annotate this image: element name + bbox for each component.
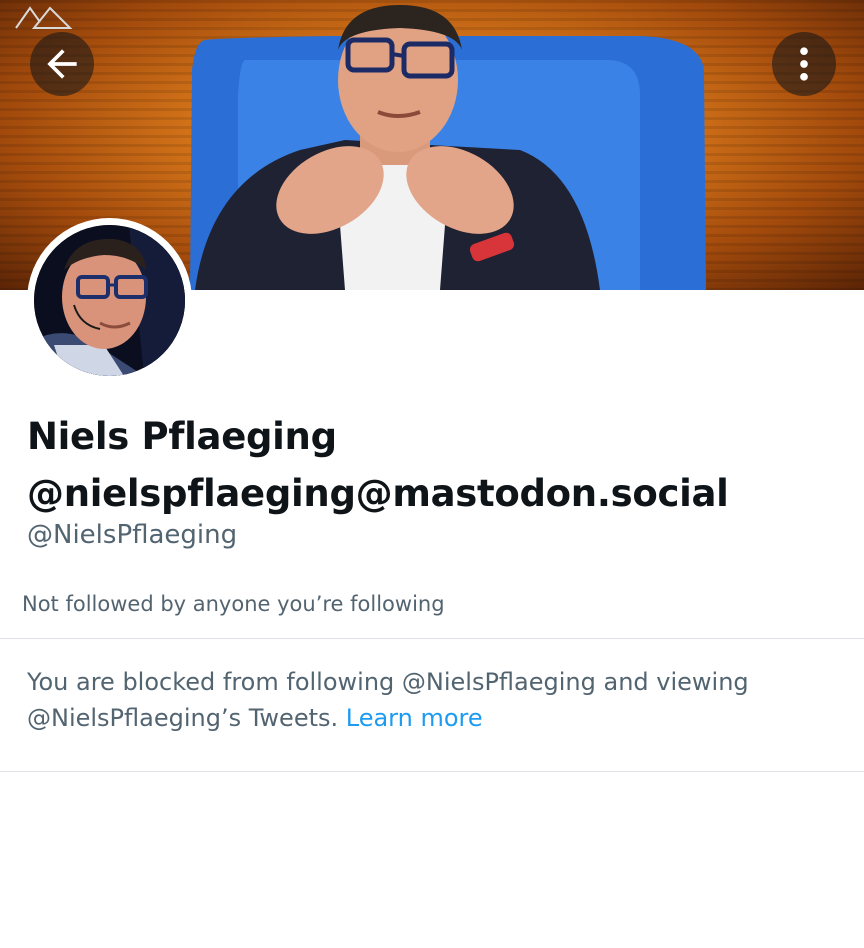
display-name-line1: Niels Pflaeging [27, 415, 337, 458]
arrow-left-icon [47, 49, 77, 79]
learn-more-link[interactable]: Learn more [346, 704, 483, 732]
display-name-line2: @nielspflaeging@mastodon.social [27, 472, 729, 515]
profile-display-name: Niels Pflaeging @nielspflaeging@mastodon… [27, 408, 847, 522]
back-button[interactable] [30, 32, 94, 96]
logo-icon [15, 6, 73, 29]
blocked-notice: You are blocked from following @NielsPfl… [27, 664, 827, 736]
more-vertical-icon [800, 47, 808, 81]
avatar[interactable] [27, 218, 192, 383]
avatar-photo [34, 225, 185, 376]
divider [0, 771, 864, 772]
more-options-button[interactable] [772, 32, 836, 96]
followers-you-know-note: Not followed by anyone you’re following [22, 592, 445, 616]
profile-handle: @NielsPflaeging [27, 520, 238, 550]
divider [0, 638, 864, 639]
